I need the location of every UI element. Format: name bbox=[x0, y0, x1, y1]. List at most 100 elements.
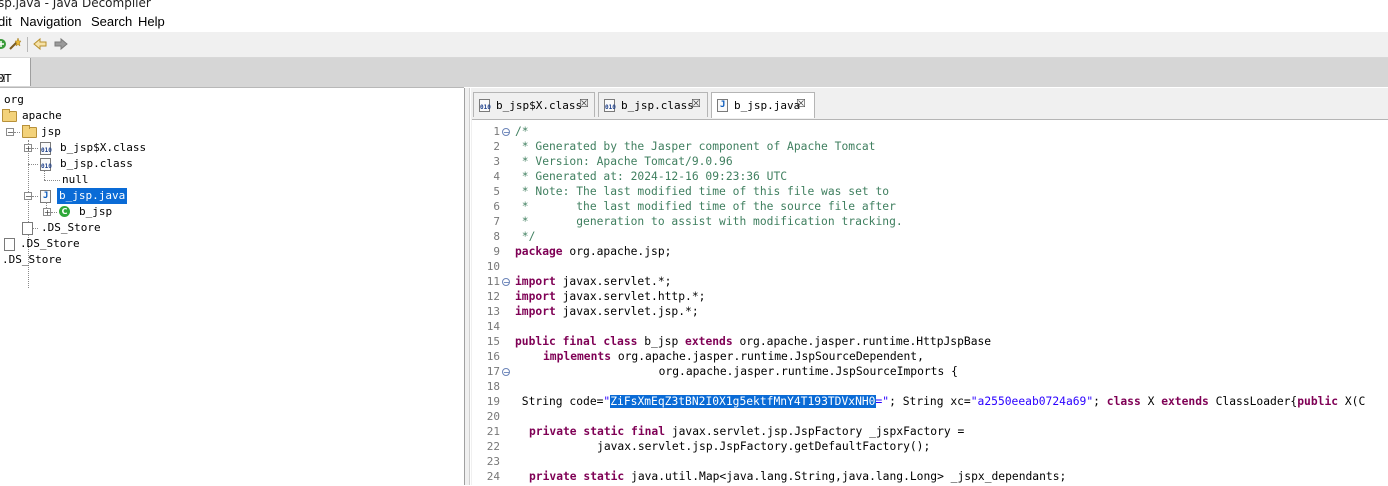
fold-collapse-icon[interactable]: − bbox=[502, 278, 510, 287]
expand-icon[interactable]: + bbox=[24, 144, 32, 153]
string-literal: "a2550eeab0724a69" bbox=[970, 395, 1094, 408]
line-number: 22 bbox=[486, 440, 500, 453]
menu-navigation[interactable]: Navigation bbox=[20, 14, 81, 29]
code-text: javax.servlet.*; bbox=[555, 275, 672, 288]
tree-line bbox=[44, 180, 60, 181]
code-text: java.util.Map<java.lang.String,java.lang… bbox=[624, 470, 1067, 483]
tree-item-b-jsp-x-class[interactable]: b_jsp$X.class bbox=[60, 140, 146, 156]
line-number: 1 bbox=[493, 125, 500, 138]
collapse-icon[interactable]: − bbox=[24, 192, 32, 201]
code-text: org.apache.jasper.runtime.HttpJspBase bbox=[732, 335, 992, 348]
code-text: javax.servlet.jsp.*; bbox=[555, 305, 699, 318]
keyword: private static bbox=[529, 470, 625, 483]
keyword: implements bbox=[543, 350, 612, 363]
editor-header-background bbox=[464, 58, 1388, 87]
selected-text[interactable]: ZiFsXmEqZ3tBN2I0X1g5ektfMnY4T193TDVxNH0 bbox=[610, 395, 876, 408]
code-line: import javax.servlet.jsp.*; bbox=[515, 304, 699, 319]
line-number: 18 bbox=[486, 380, 500, 393]
tab-label: b_jsp.java bbox=[734, 99, 801, 112]
class-file-icon: 010 bbox=[40, 158, 52, 171]
tree-item-ds-store-2[interactable]: .DS_Store bbox=[20, 236, 80, 252]
tab-left-file[interactable]: OT ☒ bbox=[0, 58, 31, 86]
tree-item-b-jsp[interactable]: b_jsp bbox=[79, 204, 112, 220]
panel-splitter[interactable] bbox=[464, 88, 470, 485]
menu-help[interactable]: Help bbox=[138, 14, 165, 29]
tree-item-ds-store-1[interactable]: .DS_Store bbox=[41, 220, 101, 236]
tab-b-jsp-class[interactable]: 010 b_jsp.class ☒ bbox=[598, 92, 708, 117]
line-number: 7 bbox=[493, 215, 500, 228]
tree-line bbox=[14, 132, 20, 133]
code-line: private static final javax.servlet.jsp.J… bbox=[529, 424, 964, 439]
code-text: ; bbox=[1093, 395, 1107, 408]
expand-icon[interactable]: + bbox=[43, 208, 51, 217]
code-line: */ bbox=[515, 230, 536, 243]
package-tree: org apache − jsp + 010 b_jsp$X.class 010… bbox=[0, 88, 464, 485]
code-line: org.apache.jasper.runtime.JspSourceImpor… bbox=[543, 365, 958, 378]
code-text: javax.servlet.http.*; bbox=[555, 290, 706, 303]
code-line: public final class b_jsp extends org.apa… bbox=[515, 334, 991, 349]
class-icon: C bbox=[59, 206, 70, 217]
tree-item-jsp[interactable]: jsp bbox=[41, 124, 61, 140]
close-icon[interactable]: ☒ bbox=[796, 97, 806, 110]
line-number: 13 bbox=[486, 305, 500, 318]
tree-item-ds-store-3[interactable]: .DS_Store bbox=[2, 252, 62, 268]
tab-b-jsp-x-class[interactable]: 010 b_jsp$X.class ☒ bbox=[473, 92, 595, 117]
fold-collapse-icon[interactable]: − bbox=[502, 368, 510, 377]
line-number: 16 bbox=[486, 350, 500, 363]
line-number: 23 bbox=[486, 455, 500, 468]
line-number: 9 bbox=[493, 245, 500, 258]
code-text: ClassLoader{ bbox=[1208, 395, 1298, 408]
menu-search[interactable]: Search bbox=[91, 14, 132, 29]
tree-item-null[interactable]: null bbox=[62, 172, 89, 188]
fold-collapse-icon[interactable]: − bbox=[502, 128, 510, 137]
code-editor[interactable]: 1 2 3 4 5 6 7 8 9 10 11 12 13 14 15 16 1… bbox=[472, 119, 1388, 486]
keyword: import bbox=[515, 275, 556, 288]
line-number: 17 bbox=[486, 365, 500, 378]
tree-line bbox=[28, 164, 38, 165]
code-text: org.apache.jsp; bbox=[562, 245, 672, 258]
close-icon[interactable]: ☒ bbox=[0, 72, 6, 85]
line-number: 14 bbox=[486, 320, 500, 333]
code-text: javax.servlet.jsp.JspFactory _jspxFactor… bbox=[665, 425, 965, 438]
code-line: * the last modified time of the source f… bbox=[515, 200, 896, 213]
line-number: 15 bbox=[486, 335, 500, 348]
tree-item-b-jsp-java[interactable]: b_jsp.java bbox=[57, 188, 128, 204]
menu-edit[interactable]: dit bbox=[0, 14, 12, 29]
code-line: import javax.servlet.http.*; bbox=[515, 289, 705, 304]
tab-label: b_jsp$X.class bbox=[496, 99, 583, 112]
keyword: import bbox=[515, 290, 556, 303]
code-line: * Version: Apache Tomcat/9.0.96 bbox=[515, 155, 733, 168]
keyword: public final class bbox=[515, 335, 638, 348]
code-text: b_jsp bbox=[637, 335, 686, 348]
collapse-icon[interactable]: − bbox=[6, 128, 14, 137]
line-number: 24 bbox=[486, 470, 500, 483]
class-file-icon: 010 bbox=[604, 99, 616, 112]
tree-item-apache[interactable]: apache bbox=[22, 108, 62, 124]
toolbar-separator bbox=[27, 37, 28, 52]
line-number-gutter: 1 2 3 4 5 6 7 8 9 10 11 12 13 14 15 16 1… bbox=[472, 120, 512, 486]
keyword: private static final bbox=[529, 425, 666, 438]
close-icon[interactable]: ☒ bbox=[579, 97, 589, 110]
forward-arrow-icon[interactable] bbox=[54, 37, 68, 51]
keyword: public bbox=[1297, 395, 1339, 408]
back-arrow-icon[interactable] bbox=[33, 37, 47, 51]
wand-icon[interactable] bbox=[8, 37, 22, 51]
keyword: class bbox=[1106, 395, 1141, 408]
line-number: 10 bbox=[486, 260, 500, 273]
file-icon bbox=[22, 222, 33, 235]
code-line: String code="ZiFsXmEqZ3tBN2I0X1g5ektfMnY… bbox=[515, 394, 1365, 409]
code-line: javax.servlet.jsp.JspFactory.getDefaultF… bbox=[529, 440, 931, 453]
keyword: import bbox=[515, 305, 556, 318]
line-number: 3 bbox=[493, 155, 500, 168]
open-icon[interactable] bbox=[0, 37, 8, 51]
code-line: * Note: The last modified time of this f… bbox=[515, 185, 890, 198]
java-file-icon: J bbox=[717, 99, 728, 112]
code-line: * Generated at: 2024-12-16 09:23:36 UTC bbox=[515, 170, 788, 183]
tree-item-org[interactable]: org bbox=[4, 92, 24, 108]
close-icon[interactable]: ☒ bbox=[691, 97, 701, 110]
tree-item-b-jsp-class[interactable]: b_jsp.class bbox=[60, 156, 133, 172]
code-text: X(C bbox=[1338, 395, 1366, 408]
tab-b-jsp-java[interactable]: J b_jsp.java ☒ bbox=[711, 92, 815, 118]
code-line: /* bbox=[515, 125, 529, 138]
code-line: * Generated by the Jasper component of A… bbox=[515, 140, 876, 153]
